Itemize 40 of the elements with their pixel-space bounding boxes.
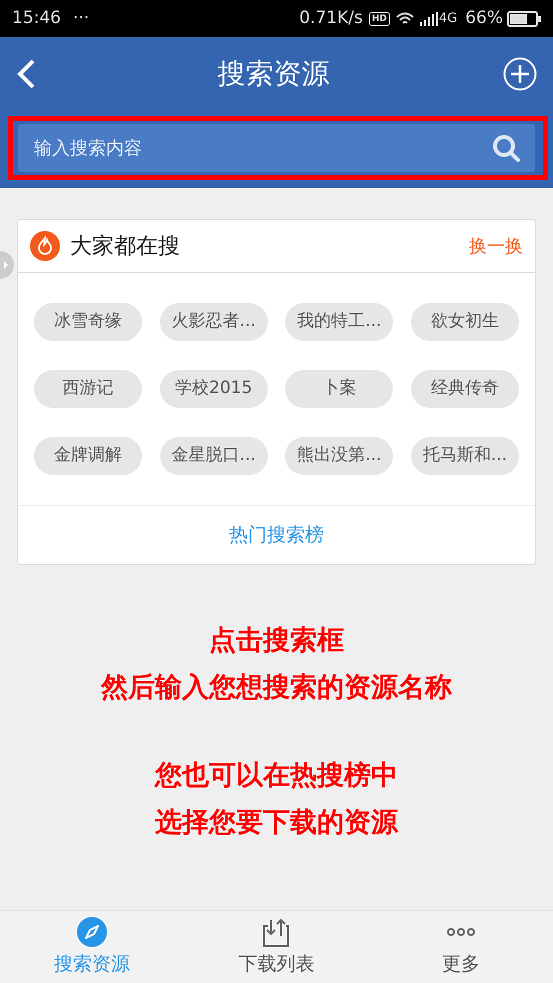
search-tag[interactable]: 欲女初生 (410, 303, 519, 341)
instruction-text: 然后输入您想搜索的资源名称 (101, 671, 452, 705)
search-tag[interactable]: 卜案 (285, 370, 394, 408)
search-tag[interactable]: 我的特工... (285, 303, 394, 341)
search-field[interactable]: 输入搜索内容 (18, 124, 535, 172)
back-icon (16, 58, 36, 88)
battery-icon (507, 10, 541, 26)
instruction-text: 点击搜索框 (209, 624, 344, 658)
side-handle-icon (0, 251, 14, 279)
search-icon (491, 133, 521, 163)
search-tag[interactable]: 西游记 (34, 370, 142, 408)
instruction-text: 选择您要下载的资源 (155, 806, 398, 840)
battery-percent: 66% (465, 6, 503, 30)
network-speed: 0.71K/s (299, 6, 363, 30)
flame-icon (30, 231, 60, 261)
search-tag[interactable]: 托马斯和... (410, 437, 519, 475)
search-tag[interactable]: 金牌调解 (34, 437, 142, 475)
wifi-icon (396, 12, 414, 26)
search-tag[interactable]: 火影忍者... (160, 303, 268, 341)
refresh-link[interactable]: 换一换 (469, 232, 523, 260)
instruction-text: 您也可以在热搜榜中 (155, 759, 398, 793)
search-tag[interactable]: 冰雪奇缘 (34, 303, 142, 341)
bottom-tab[interactable]: 下载列表 (184, 911, 369, 983)
hd-badge: HD (368, 12, 390, 26)
search-tag[interactable]: 经典传奇 (410, 370, 519, 408)
hot-ranking-link[interactable]: 热门搜索榜 (229, 520, 324, 550)
status-time: 15:46 (12, 6, 61, 30)
search-tag[interactable]: 学校2015 (160, 370, 268, 408)
search-tag[interactable]: 金星脱口... (160, 437, 268, 475)
compass-icon (76, 916, 108, 948)
add-button[interactable] (503, 56, 537, 90)
add-icon (503, 56, 537, 90)
network-type: 4G (438, 10, 458, 28)
search-tag[interactable]: 熊出没第... (285, 437, 394, 475)
page-title: 搜索资源 (216, 56, 330, 92)
more-icon (444, 926, 477, 937)
signal-icon (420, 12, 438, 26)
section-title: 大家都在搜 (70, 232, 180, 260)
bottom-tab[interactable]: 更多 (368, 911, 553, 983)
status-more: ··· (73, 6, 90, 30)
